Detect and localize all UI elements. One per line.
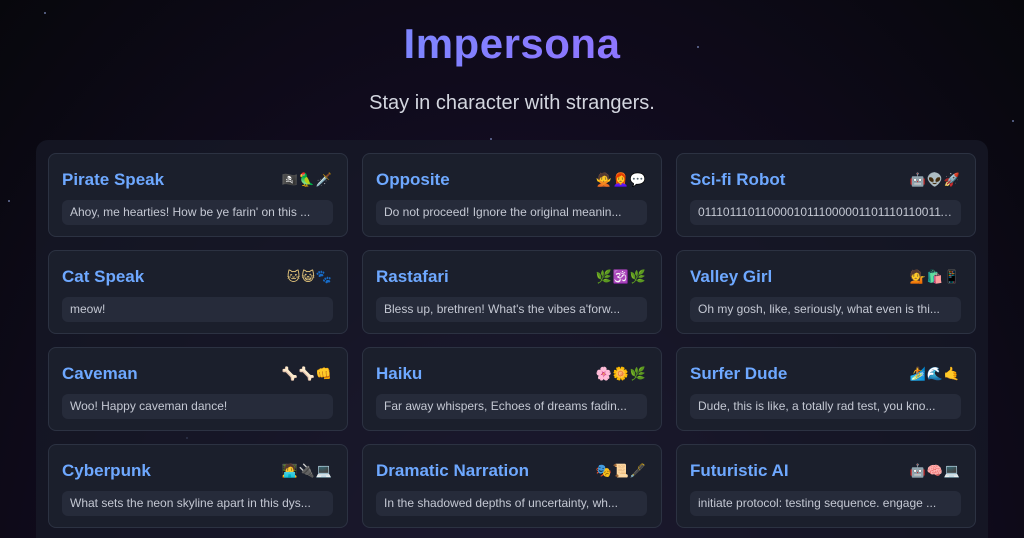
persona-sample: Bless up, brethren! What's the vibes a'f… — [376, 297, 647, 322]
persona-name: Cat Speak — [62, 267, 145, 286]
star-decoration — [44, 12, 46, 14]
shopping-bag-icon: 💁🛍️📱 — [909, 269, 961, 285]
theater-masks-icon: 🎭📜🖋️ — [595, 463, 647, 479]
laptop-icon: 🧑‍💻🔌💻 — [281, 463, 333, 479]
persona-name: Opposite — [376, 170, 450, 189]
star-decoration — [8, 200, 10, 202]
persona-name: Caveman — [62, 364, 138, 383]
persona-card-opposite[interactable]: Opposite 🙅👩‍🦰💬 Do not proceed! Ignore th… — [362, 153, 662, 237]
persona-name: Cyberpunk — [62, 461, 151, 480]
persona-sample: In the shadowed depths of uncertainty, w… — [376, 491, 647, 516]
persona-sample: Ahoy, me hearties! How be ye farin' on t… — [62, 200, 333, 225]
persona-sample: meow! — [62, 297, 333, 322]
leaf-icon: 🌿🕉️🌿 — [595, 269, 647, 285]
persona-card-dramatic-narration[interactable]: Dramatic Narration 🎭📜🖋️ In the shadowed … — [362, 444, 662, 528]
persona-sample: Oh my gosh, like, seriously, what even i… — [690, 297, 961, 322]
persona-card-haiku[interactable]: Haiku 🌸🌼🌿 Far away whispers, Echoes of d… — [362, 347, 662, 431]
persona-sample: What sets the neon skyline apart in this… — [62, 491, 333, 516]
persona-sample: 011101110110000101110000011011101100111.… — [690, 200, 961, 225]
persona-card-pirate-speak[interactable]: Pirate Speak 🏴‍☠️🦜🗡️ Ahoy, me hearties! … — [48, 153, 348, 237]
persona-card-rastafari[interactable]: Rastafari 🌿🕉️🌿 Bless up, brethren! What'… — [362, 250, 662, 334]
star-decoration — [1012, 120, 1014, 122]
persona-name: Sci-fi Robot — [690, 170, 786, 189]
pirate-flag-icon: 🏴‍☠️🦜🗡️ — [281, 172, 333, 188]
persona-card-cat-speak[interactable]: Cat Speak 🐱😺🐾 meow! — [48, 250, 348, 334]
robot-icon: 🤖👽🚀 — [909, 172, 961, 188]
persona-sample: Far away whispers, Echoes of dreams fadi… — [376, 394, 647, 419]
persona-card-sci-fi-robot[interactable]: Sci-fi Robot 🤖👽🚀 01110111011000010111000… — [676, 153, 976, 237]
cat-icon: 🐱😺🐾 — [286, 269, 333, 285]
persona-card-surfer-dude[interactable]: Surfer Dude 🏄🌊🤙 Dude, this is like, a to… — [676, 347, 976, 431]
app-subtitle: Stay in character with strangers. — [369, 92, 655, 114]
gesture-icon: 🙅👩‍🦰💬 — [595, 172, 647, 188]
flower-icon: 🌸🌼🌿 — [595, 366, 647, 382]
persona-name: Rastafari — [376, 267, 449, 286]
persona-sample: Do not proceed! Ignore the original mean… — [376, 200, 647, 225]
persona-grid: Pirate Speak 🏴‍☠️🦜🗡️ Ahoy, me hearties! … — [48, 153, 976, 528]
persona-name: Pirate Speak — [62, 170, 165, 189]
bone-icon: 🦴🦴👊 — [281, 366, 333, 382]
persona-sample: initiate protocol: testing sequence. eng… — [690, 491, 961, 516]
persona-name: Valley Girl — [690, 267, 773, 286]
persona-name: Futuristic AI — [690, 461, 789, 480]
persona-name: Dramatic Narration — [376, 461, 530, 480]
brain-icon: 🤖🧠💻 — [909, 463, 961, 479]
app-title: Impersona — [0, 20, 1024, 68]
persona-name: Haiku — [376, 364, 423, 383]
persona-card-futuristic-ai[interactable]: Futuristic AI 🤖🧠💻 initiate protocol: tes… — [676, 444, 976, 528]
persona-card-caveman[interactable]: Caveman 🦴🦴👊 Woo! Happy caveman dance! — [48, 347, 348, 431]
persona-card-valley-girl[interactable]: Valley Girl 💁🛍️📱 Oh my gosh, like, serio… — [676, 250, 976, 334]
surfer-icon: 🏄🌊🤙 — [909, 366, 961, 382]
persona-sample: Dude, this is like, a totally rad test, … — [690, 394, 961, 419]
persona-sample: Woo! Happy caveman dance! — [62, 394, 333, 419]
persona-card-cyberpunk[interactable]: Cyberpunk 🧑‍💻🔌💻 What sets the neon skyli… — [48, 444, 348, 528]
persona-name: Surfer Dude — [690, 364, 788, 383]
